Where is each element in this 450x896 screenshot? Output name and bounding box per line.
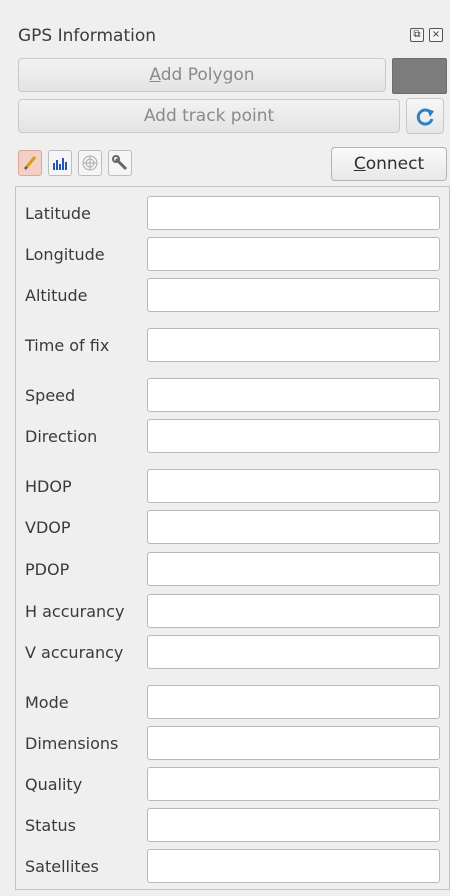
time-of-fix-field[interactable] xyxy=(147,328,440,362)
gps-information-panel: GPS Information ⧉ × Add Polygon Add trac… xyxy=(0,0,450,896)
bar-chart-icon xyxy=(53,158,67,170)
connect-label: onnect xyxy=(365,154,425,174)
dimensions-field[interactable] xyxy=(147,726,440,760)
label-dimensions: Dimensions xyxy=(25,734,119,753)
label-mode: Mode xyxy=(25,693,69,712)
vdop-field[interactable] xyxy=(147,510,440,544)
direction-field[interactable] xyxy=(147,419,440,453)
add-polygon-mnemonic: A xyxy=(149,65,161,85)
wrench-icon xyxy=(112,155,128,171)
label-altitude: Altitude xyxy=(25,286,88,305)
label-v-accurancy: V accurancy xyxy=(25,643,124,662)
panel-titlebar: GPS Information ⧉ × xyxy=(0,0,450,52)
hdop-field[interactable] xyxy=(147,469,440,503)
label-hdop: HDOP xyxy=(25,477,72,496)
add-polygon-label: dd Polygon xyxy=(160,65,255,85)
pdop-field[interactable] xyxy=(147,552,440,586)
label-latitude: Latitude xyxy=(25,204,91,223)
polygon-color-swatch[interactable] xyxy=(392,58,447,94)
speed-field[interactable] xyxy=(147,378,440,412)
label-status: Status xyxy=(25,816,76,835)
mode-field[interactable] xyxy=(147,685,440,719)
label-satellites: Satellites xyxy=(25,857,99,876)
tab-options[interactable] xyxy=(108,150,132,176)
latitude-field[interactable] xyxy=(147,196,440,230)
status-field[interactable] xyxy=(147,808,440,842)
label-longitude: Longitude xyxy=(25,245,105,264)
satellite-radar-icon xyxy=(82,155,98,171)
tab-position[interactable] xyxy=(18,150,42,176)
panel-title: GPS Information xyxy=(18,26,157,46)
h-accurancy-field[interactable] xyxy=(147,594,440,628)
refresh-button[interactable] xyxy=(406,98,444,134)
v-accurancy-field[interactable] xyxy=(147,635,440,669)
connect-mnemonic: C xyxy=(353,154,366,174)
satellites-field[interactable] xyxy=(147,849,440,883)
close-icon[interactable]: × xyxy=(429,28,443,42)
float-icon[interactable]: ⧉ xyxy=(410,28,424,42)
connect-button[interactable]: Connect xyxy=(331,147,447,181)
quality-field[interactable] xyxy=(147,767,440,801)
label-quality: Quality xyxy=(25,775,83,794)
add-polygon-button[interactable]: Add Polygon xyxy=(18,58,386,92)
label-h-accurancy: H accurancy xyxy=(25,602,125,621)
longitude-field[interactable] xyxy=(147,237,440,271)
pencil-icon xyxy=(23,156,37,170)
refresh-icon xyxy=(416,108,434,126)
label-time-of-fix: Time of fix xyxy=(25,336,110,355)
add-track-point-button[interactable]: Add track point xyxy=(18,99,400,133)
label-vdop: VDOP xyxy=(25,518,71,537)
add-track-point-label: Add track point xyxy=(143,106,275,126)
label-speed: Speed xyxy=(25,386,76,405)
label-direction: Direction xyxy=(25,427,98,446)
label-pdop: PDOP xyxy=(25,560,70,579)
tab-satellites[interactable] xyxy=(78,150,102,176)
altitude-field[interactable] xyxy=(147,278,440,312)
tab-signal[interactable] xyxy=(48,150,72,176)
